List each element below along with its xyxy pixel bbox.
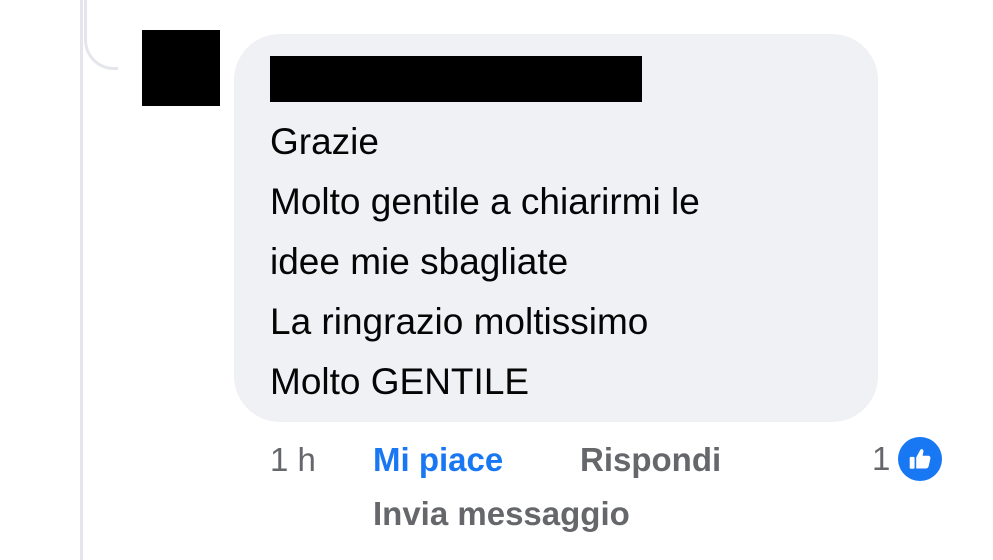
like-button[interactable]: Mi piace [373,436,503,484]
comment-line: La ringrazio moltissimo [270,301,649,342]
comment-text: Grazie Molto gentile a chiarirmi le idee… [270,112,848,412]
reply-button[interactable]: Rispondi [580,436,721,484]
comment-line: Molto GENTILE [270,361,530,402]
comment-line: idee mie sbagliate [270,241,569,282]
reaction-count: 1 [872,440,891,477]
thumbs-up-icon-background [898,437,943,481]
thumbs-up-icon [896,435,945,483]
comment-thread: Grazie Molto gentile a chiarirmi le idee… [0,0,993,560]
reaction-summary[interactable]: 1 [872,434,945,484]
timestamp[interactable]: 1 h [270,436,316,484]
thread-line [80,0,83,560]
comment-bubble: Grazie Molto gentile a chiarirmi le idee… [234,34,878,422]
comment-line: Grazie [270,121,379,162]
thumbs-up-glyph [910,449,931,469]
avatar[interactable] [142,30,220,106]
author-name-redacted[interactable] [270,56,642,102]
send-message-button[interactable]: Invia messaggio [373,490,630,538]
comment-line: Molto gentile a chiarirmi le [270,181,700,222]
thread-connector [84,0,118,70]
